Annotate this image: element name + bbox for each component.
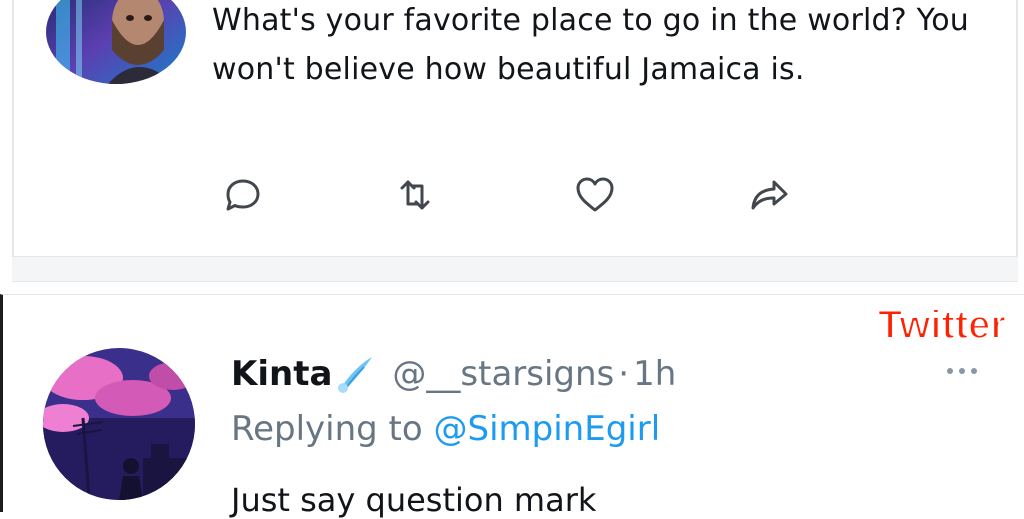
separator: · bbox=[618, 354, 630, 394]
avatar-image bbox=[43, 348, 195, 500]
avatar[interactable] bbox=[43, 348, 195, 500]
avatar-image bbox=[46, 0, 186, 84]
reply-icon[interactable] bbox=[220, 172, 266, 218]
feed-divider bbox=[12, 256, 1018, 282]
replying-mention-link[interactable]: @SimpinEgirl bbox=[434, 409, 661, 449]
retweet-icon[interactable] bbox=[392, 172, 438, 218]
tweet-actions bbox=[14, 172, 1016, 218]
replying-prefix: Replying to bbox=[231, 409, 423, 449]
replying-to-line: Replying to @SimpinEgirl bbox=[231, 409, 660, 449]
timestamp[interactable]: 1h bbox=[633, 354, 676, 394]
tweet-card-reply: Twitter Kinta @__starsigns · 1h Replying… bbox=[0, 294, 1024, 519]
reply-text: Just say question mark bbox=[231, 481, 597, 519]
tweet-text: What's your favorite place to go in the … bbox=[212, 3, 969, 87]
reply-header: Kinta @__starsigns · 1h bbox=[231, 353, 676, 395]
heart-icon[interactable] bbox=[572, 172, 618, 218]
display-name[interactable]: Kinta bbox=[231, 354, 332, 394]
twitter-watermark: Twitter bbox=[877, 302, 1007, 348]
more-options-icon[interactable] bbox=[944, 365, 980, 377]
gap bbox=[0, 282, 1024, 294]
share-icon[interactable] bbox=[746, 172, 792, 218]
avatar[interactable] bbox=[46, 0, 186, 84]
comet-icon bbox=[334, 353, 376, 395]
user-handle[interactable]: @__starsigns bbox=[392, 354, 614, 394]
tweet-card-top: What's your favorite place to go in the … bbox=[12, 0, 1018, 276]
